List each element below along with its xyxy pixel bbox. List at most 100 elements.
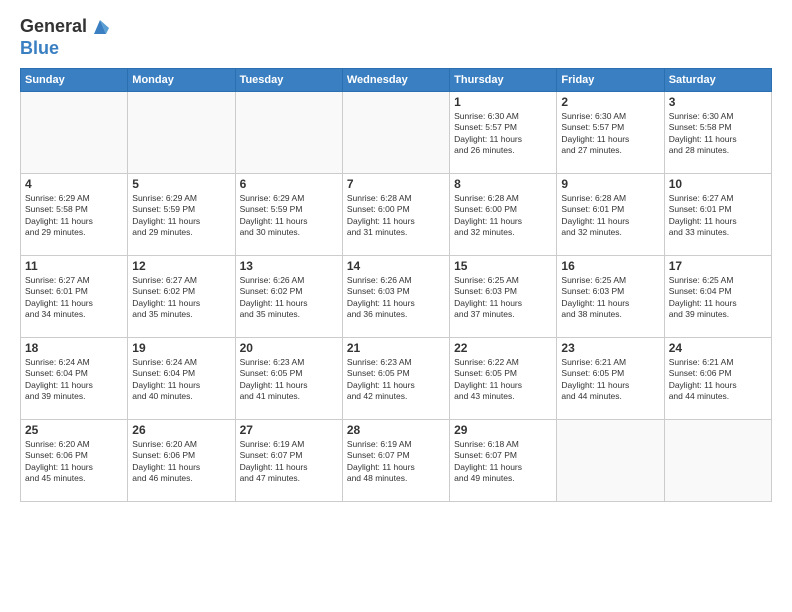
day-number: 17 bbox=[669, 259, 767, 273]
weekday-header-wednesday: Wednesday bbox=[342, 68, 449, 91]
day-cell-23: 23 Sunrise: 6:21 AM Sunset: 6:05 PM Dayli… bbox=[557, 337, 664, 419]
empty-cell bbox=[557, 419, 664, 501]
day-number: 21 bbox=[347, 341, 445, 355]
logo-text: General Blue bbox=[20, 16, 111, 60]
week-row-1: 1 Sunrise: 6:30 AM Sunset: 5:57 PM Daylig… bbox=[21, 91, 772, 173]
day-info: Sunrise: 6:27 AM Sunset: 6:01 PM Dayligh… bbox=[25, 275, 123, 321]
day-cell-13: 13 Sunrise: 6:26 AM Sunset: 6:02 PM Dayli… bbox=[235, 255, 342, 337]
day-info: Sunrise: 6:21 AM Sunset: 6:05 PM Dayligh… bbox=[561, 357, 659, 403]
day-number: 16 bbox=[561, 259, 659, 273]
day-cell-11: 11 Sunrise: 6:27 AM Sunset: 6:01 PM Dayli… bbox=[21, 255, 128, 337]
day-cell-9: 9 Sunrise: 6:28 AM Sunset: 6:01 PM Daylig… bbox=[557, 173, 664, 255]
empty-cell bbox=[235, 91, 342, 173]
day-number: 18 bbox=[25, 341, 123, 355]
day-cell-1: 1 Sunrise: 6:30 AM Sunset: 5:57 PM Daylig… bbox=[450, 91, 557, 173]
day-info: Sunrise: 6:28 AM Sunset: 6:00 PM Dayligh… bbox=[454, 193, 552, 239]
day-cell-15: 15 Sunrise: 6:25 AM Sunset: 6:03 PM Dayli… bbox=[450, 255, 557, 337]
day-cell-5: 5 Sunrise: 6:29 AM Sunset: 5:59 PM Daylig… bbox=[128, 173, 235, 255]
day-number: 19 bbox=[132, 341, 230, 355]
day-number: 3 bbox=[669, 95, 767, 109]
day-info: Sunrise: 6:28 AM Sunset: 6:01 PM Dayligh… bbox=[561, 193, 659, 239]
day-info: Sunrise: 6:20 AM Sunset: 6:06 PM Dayligh… bbox=[25, 439, 123, 485]
day-number: 1 bbox=[454, 95, 552, 109]
day-number: 12 bbox=[132, 259, 230, 273]
day-cell-4: 4 Sunrise: 6:29 AM Sunset: 5:58 PM Daylig… bbox=[21, 173, 128, 255]
empty-cell bbox=[128, 91, 235, 173]
day-info: Sunrise: 6:29 AM Sunset: 5:58 PM Dayligh… bbox=[25, 193, 123, 239]
day-number: 14 bbox=[347, 259, 445, 273]
day-number: 13 bbox=[240, 259, 338, 273]
day-info: Sunrise: 6:30 AM Sunset: 5:58 PM Dayligh… bbox=[669, 111, 767, 157]
week-row-2: 4 Sunrise: 6:29 AM Sunset: 5:58 PM Daylig… bbox=[21, 173, 772, 255]
day-cell-2: 2 Sunrise: 6:30 AM Sunset: 5:57 PM Daylig… bbox=[557, 91, 664, 173]
weekday-header-saturday: Saturday bbox=[664, 68, 771, 91]
day-number: 10 bbox=[669, 177, 767, 191]
weekday-header-sunday: Sunday bbox=[21, 68, 128, 91]
day-cell-20: 20Sunrise: 6:23 AM Sunset: 6:05 PM Dayli… bbox=[235, 337, 342, 419]
day-cell-25: 25 Sunrise: 6:20 AM Sunset: 6:06 PM Dayli… bbox=[21, 419, 128, 501]
day-info: Sunrise: 6:29 AM Sunset: 5:59 PM Dayligh… bbox=[132, 193, 230, 239]
weekday-header-tuesday: Tuesday bbox=[235, 68, 342, 91]
day-cell-17: 17 Sunrise: 6:25 AM Sunset: 6:04 PM Dayli… bbox=[664, 255, 771, 337]
day-info: Sunrise: 6:27 AM Sunset: 6:01 PM Dayligh… bbox=[669, 193, 767, 239]
day-cell-29: 29Sunrise: 6:18 AM Sunset: 6:07 PM Dayli… bbox=[450, 419, 557, 501]
day-number: 9 bbox=[561, 177, 659, 191]
day-info: Sunrise: 6:23 AM Sunset: 6:05 PM Dayligh… bbox=[347, 357, 445, 403]
day-cell-24: 24 Sunrise: 6:21 AM Sunset: 6:06 PM Dayli… bbox=[664, 337, 771, 419]
day-cell-21: 21 Sunrise: 6:23 AM Sunset: 6:05 PM Dayli… bbox=[342, 337, 449, 419]
day-info: Sunrise: 6:25 AM Sunset: 6:03 PM Dayligh… bbox=[561, 275, 659, 321]
day-cell-28: 28 Sunrise: 6:19 AM Sunset: 6:07 PM Dayli… bbox=[342, 419, 449, 501]
day-number: 29 bbox=[454, 423, 552, 437]
day-info: Sunrise: 6:27 AM Sunset: 6:02 PM Dayligh… bbox=[132, 275, 230, 321]
day-info: Sunrise: 6:24 AM Sunset: 6:04 PM Dayligh… bbox=[132, 357, 230, 403]
day-info: Sunrise: 6:30 AM Sunset: 5:57 PM Dayligh… bbox=[454, 111, 552, 157]
day-number: 11 bbox=[25, 259, 123, 273]
day-number: 6 bbox=[240, 177, 338, 191]
week-row-3: 11 Sunrise: 6:27 AM Sunset: 6:01 PM Dayli… bbox=[21, 255, 772, 337]
day-number: 26 bbox=[132, 423, 230, 437]
day-number: 8 bbox=[454, 177, 552, 191]
day-cell-26: 26Sunrise: 6:20 AM Sunset: 6:06 PM Dayli… bbox=[128, 419, 235, 501]
day-cell-27: 27 Sunrise: 6:19 AM Sunset: 6:07 PM Dayli… bbox=[235, 419, 342, 501]
header: General Blue bbox=[20, 16, 772, 60]
weekday-header-friday: Friday bbox=[557, 68, 664, 91]
day-info: Sunrise: 6:25 AM Sunset: 6:03 PM Dayligh… bbox=[454, 275, 552, 321]
day-info: Sunrise: 6:26 AM Sunset: 6:02 PM Dayligh… bbox=[240, 275, 338, 321]
day-number: 23 bbox=[561, 341, 659, 355]
day-info: Sunrise: 6:21 AM Sunset: 6:06 PM Dayligh… bbox=[669, 357, 767, 403]
day-number: 22 bbox=[454, 341, 552, 355]
logo-icon bbox=[89, 16, 111, 38]
day-cell-8: 8 Sunrise: 6:28 AM Sunset: 6:00 PM Daylig… bbox=[450, 173, 557, 255]
day-number: 5 bbox=[132, 177, 230, 191]
logo-blue: Blue bbox=[20, 38, 111, 60]
day-info: Sunrise: 6:19 AM Sunset: 6:07 PM Dayligh… bbox=[240, 439, 338, 485]
empty-cell bbox=[342, 91, 449, 173]
day-number: 20 bbox=[240, 341, 338, 355]
day-info: Sunrise: 6:19 AM Sunset: 6:07 PM Dayligh… bbox=[347, 439, 445, 485]
empty-cell bbox=[21, 91, 128, 173]
day-number: 7 bbox=[347, 177, 445, 191]
weekday-header-monday: Monday bbox=[128, 68, 235, 91]
weekday-header-thursday: Thursday bbox=[450, 68, 557, 91]
day-number: 4 bbox=[25, 177, 123, 191]
day-cell-16: 16 Sunrise: 6:25 AM Sunset: 6:03 PM Dayli… bbox=[557, 255, 664, 337]
day-number: 28 bbox=[347, 423, 445, 437]
day-number: 2 bbox=[561, 95, 659, 109]
day-info: Sunrise: 6:22 AM Sunset: 6:05 PM Dayligh… bbox=[454, 357, 552, 403]
week-row-4: 18 Sunrise: 6:24 AM Sunset: 6:04 PM Dayli… bbox=[21, 337, 772, 419]
page: General Blue SundayMondayTuesdayWednesda… bbox=[0, 0, 792, 612]
day-info: Sunrise: 6:24 AM Sunset: 6:04 PM Dayligh… bbox=[25, 357, 123, 403]
day-number: 24 bbox=[669, 341, 767, 355]
calendar-table: SundayMondayTuesdayWednesdayThursdayFrid… bbox=[20, 68, 772, 502]
day-cell-18: 18 Sunrise: 6:24 AM Sunset: 6:04 PM Dayli… bbox=[21, 337, 128, 419]
logo: General Blue bbox=[20, 16, 111, 60]
day-number: 27 bbox=[240, 423, 338, 437]
day-cell-6: 6Sunrise: 6:29 AM Sunset: 5:59 PM Daylig… bbox=[235, 173, 342, 255]
day-cell-10: 10 Sunrise: 6:27 AM Sunset: 6:01 PM Dayli… bbox=[664, 173, 771, 255]
day-info: Sunrise: 6:30 AM Sunset: 5:57 PM Dayligh… bbox=[561, 111, 659, 157]
day-number: 15 bbox=[454, 259, 552, 273]
day-info: Sunrise: 6:25 AM Sunset: 6:04 PM Dayligh… bbox=[669, 275, 767, 321]
day-number: 25 bbox=[25, 423, 123, 437]
day-info: Sunrise: 6:26 AM Sunset: 6:03 PM Dayligh… bbox=[347, 275, 445, 321]
logo-general: General bbox=[20, 16, 87, 38]
